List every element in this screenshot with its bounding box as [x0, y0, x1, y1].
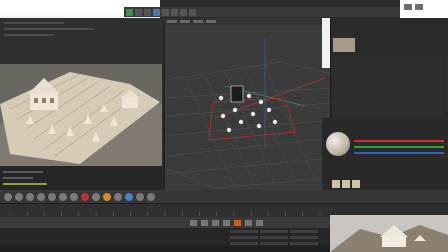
tool-icon[interactable] — [26, 192, 34, 201]
timeline-tick-marks — [9, 212, 321, 216]
material-swatch[interactable] — [352, 180, 360, 188]
render-settings-icon[interactable] — [171, 8, 178, 16]
viewport-menu-display[interactable] — [193, 20, 203, 23]
render-preview-image — [0, 64, 162, 166]
viewport-scene[interactable] — [165, 18, 331, 190]
render-status-panel — [0, 166, 162, 190]
menu-row[interactable] — [4, 34, 54, 36]
material-swatch[interactable] — [332, 180, 340, 188]
status-row — [3, 183, 47, 185]
viewport-menu-cameras[interactable] — [180, 20, 190, 23]
rotation-h-field[interactable] — [290, 230, 318, 233]
timeline-toolbar — [0, 190, 448, 203]
tool-icon[interactable] — [59, 192, 67, 201]
reference-image-content — [330, 215, 448, 252]
tool-icon[interactable] — [114, 192, 122, 201]
rotation-b-field[interactable] — [290, 242, 318, 245]
reference-image — [330, 215, 448, 252]
object-icon[interactable] — [180, 8, 187, 16]
tool-icon[interactable] — [48, 192, 56, 201]
3d-viewport[interactable] — [164, 18, 331, 190]
size-z-field[interactable] — [260, 242, 288, 245]
tool-icon[interactable] — [15, 192, 23, 201]
material-swatches — [332, 180, 372, 190]
right-blank-strip — [322, 18, 330, 68]
red-channel-bar[interactable] — [354, 140, 444, 142]
play-icon[interactable] — [212, 219, 219, 226]
green-channel-bar[interactable] — [354, 146, 444, 148]
layout-switcher[interactable] — [404, 4, 444, 12]
viewport-menubar — [164, 18, 330, 25]
size-x-field[interactable] — [260, 230, 288, 233]
material-swatch[interactable] — [342, 180, 350, 188]
material-sphere-preview — [326, 132, 350, 156]
position-y-field[interactable] — [230, 236, 258, 239]
tool-icon[interactable] — [147, 192, 155, 201]
size-y-field[interactable] — [260, 236, 288, 239]
tool-icon[interactable] — [37, 192, 45, 201]
left-menu-panel — [0, 18, 162, 64]
menu-row[interactable] — [4, 28, 94, 30]
layout-menu-icon[interactable] — [415, 4, 423, 10]
scale-icon[interactable] — [135, 8, 142, 16]
status-bar — [0, 246, 330, 252]
tool-icon[interactable] — [136, 192, 144, 201]
position-z-field[interactable] — [230, 242, 258, 245]
main-toolbar — [124, 7, 424, 17]
go-start-icon[interactable] — [190, 219, 197, 226]
keyframe-icon[interactable] — [103, 192, 111, 201]
render-preview — [0, 64, 162, 166]
rotation-p-field[interactable] — [290, 236, 318, 239]
render-icon[interactable] — [162, 8, 169, 16]
tool-icon[interactable] — [4, 192, 12, 201]
menu-row[interactable] — [4, 22, 64, 24]
rotate-icon[interactable] — [144, 8, 151, 16]
tool-icon[interactable] — [92, 192, 100, 201]
blue-channel-bar[interactable] — [354, 152, 444, 154]
material-thumbnail[interactable] — [333, 38, 355, 52]
viewport-menu-view[interactable] — [167, 20, 177, 23]
next-frame-icon[interactable] — [223, 219, 230, 226]
layout-icon[interactable] — [404, 4, 412, 10]
object-manager-list[interactable] — [333, 58, 443, 116]
sphere-icon[interactable] — [125, 192, 133, 201]
move-icon[interactable] — [126, 8, 133, 16]
status-row — [3, 171, 43, 173]
timeline-ticks — [0, 212, 330, 216]
material-color-channels — [354, 138, 446, 160]
position-x-field[interactable] — [230, 230, 258, 233]
prev-frame-icon[interactable] — [201, 219, 208, 226]
viewport-menu-options[interactable] — [206, 20, 216, 23]
spline-icon[interactable] — [189, 8, 196, 16]
tool-icon[interactable] — [70, 192, 78, 201]
select-icon[interactable] — [153, 8, 160, 16]
record-icon[interactable] — [81, 192, 89, 201]
status-row — [3, 177, 33, 179]
